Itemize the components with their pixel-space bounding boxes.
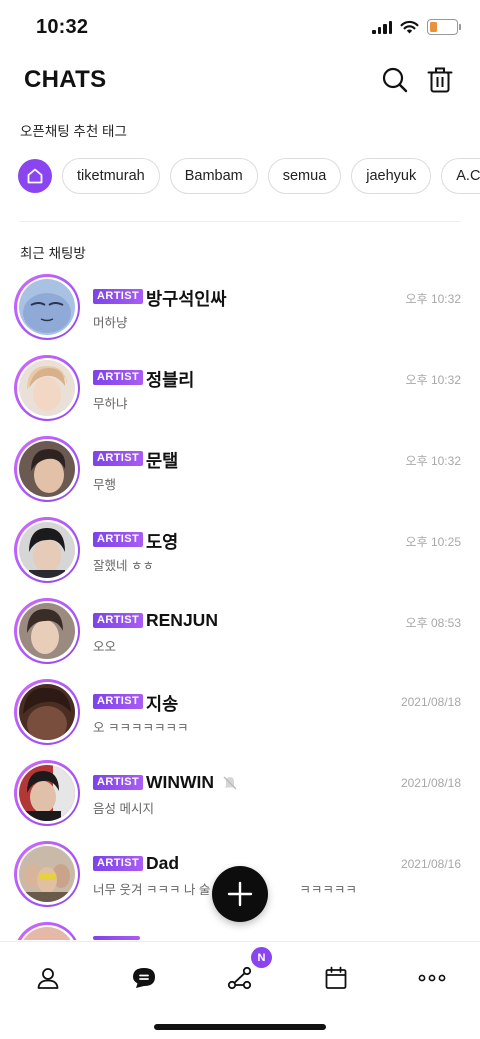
plus-icon xyxy=(227,881,253,907)
chat-row[interactable]: ARTIST 도영 잘했네 ㅎㅎ 오후 10:25 xyxy=(0,513,480,594)
header: CHATS xyxy=(0,62,480,102)
chat-last-message: 음성 메시지 xyxy=(93,802,154,816)
artist-badge: ARTIST xyxy=(93,775,144,790)
chat-bubble-icon xyxy=(133,968,155,988)
avatar xyxy=(14,679,80,745)
avatar xyxy=(14,517,80,583)
tab-chats[interactable] xyxy=(124,958,164,998)
status-bar: 10:32 xyxy=(0,0,480,58)
new-chat-button[interactable] xyxy=(212,866,268,922)
artist-badge: ARTIST xyxy=(93,370,144,385)
search-button[interactable] xyxy=(379,64,411,96)
tab-profile[interactable] xyxy=(28,958,68,998)
more-icon xyxy=(418,974,446,982)
share-network-icon xyxy=(227,966,252,990)
avatar xyxy=(14,922,80,940)
avatar xyxy=(14,598,80,664)
tag-chip[interactable]: A.C. xyxy=(441,158,480,194)
signal-icon xyxy=(372,20,392,34)
delete-button[interactable] xyxy=(424,64,456,96)
chat-last-message: 오오 xyxy=(93,640,117,654)
tag-chip[interactable]: tiketmurah xyxy=(62,158,160,194)
avatar xyxy=(14,355,80,421)
chat-name: 방구석인싸 xyxy=(146,289,227,309)
trash-icon xyxy=(427,67,453,93)
status-time: 10:32 xyxy=(36,16,89,38)
chat-name: 문탤 xyxy=(146,451,179,471)
artist-badge: ARTIST xyxy=(93,694,144,709)
avatar xyxy=(14,841,80,907)
chat-name: RENJUN xyxy=(146,610,218,630)
wifi-icon xyxy=(400,20,419,34)
calendar-icon xyxy=(325,966,347,989)
chat-time: 오후 08:53 xyxy=(405,616,461,630)
chat-time: 오후 10:25 xyxy=(405,535,461,549)
tag-chip[interactable]: Bambam xyxy=(169,158,258,194)
tag-chip[interactable]: jaehyuk xyxy=(351,158,432,194)
divider xyxy=(20,221,460,222)
artist-badge: ARTIST xyxy=(93,451,144,466)
chat-row[interactable]: ARTIST 지송 오 ㅋㅋㅋㅋㅋㅋㅋ 2021/08/18 xyxy=(0,675,480,756)
chat-name: 도영 xyxy=(146,532,179,552)
chat-time: 오후 10:32 xyxy=(405,373,461,387)
chat-name: Dad xyxy=(146,853,180,873)
tag-list: tiketmurah Bambam semua jaehyuk A.C. xyxy=(18,158,480,194)
chat-row[interactable]: ARTIST RENJUN 오오 오후 08:53 xyxy=(0,594,480,675)
chat-time: 2021/08/18 xyxy=(400,695,461,709)
avatar xyxy=(14,436,80,502)
home-indicator xyxy=(154,1024,326,1030)
chat-row[interactable]: ARTIST 문탤 무행 오후 10:32 xyxy=(0,432,480,513)
tab-calendar[interactable] xyxy=(316,958,356,998)
artist-badge: ARTIST xyxy=(93,289,144,304)
chat-last-message: 무하냐 xyxy=(93,397,128,411)
artist-badge: ARTIST xyxy=(93,532,144,547)
page-title: CHATS xyxy=(24,66,107,93)
mute-bell-icon xyxy=(223,775,237,790)
battery-icon xyxy=(427,19,461,35)
chat-last-message: 오 ㅋㅋㅋㅋㅋㅋㅋ xyxy=(93,721,189,735)
person-icon xyxy=(37,968,59,989)
status-icons xyxy=(372,19,461,35)
recent-section-label: 최근 채팅방 xyxy=(20,246,86,261)
chat-time: 오후 10:32 xyxy=(405,454,461,468)
chat-name: WINWIN xyxy=(146,772,238,793)
avatar xyxy=(14,760,80,826)
chat-name: 정블리 xyxy=(146,370,195,390)
chat-name: 지송 xyxy=(146,694,179,714)
artist-badge: ARTIST xyxy=(93,613,144,628)
chat-time: 2021/08/18 xyxy=(400,776,461,790)
avatar xyxy=(14,274,80,340)
tag-home-button[interactable] xyxy=(18,159,52,193)
chat-last-message: 무행 xyxy=(93,478,117,492)
chat-last-message: 머하냥 xyxy=(93,316,128,330)
artist-badge xyxy=(93,936,140,940)
tab-bar: N xyxy=(0,941,480,1039)
battery-level xyxy=(430,22,437,32)
tags-section-label: 오픈채팅 추천 태그 xyxy=(20,124,127,139)
home-icon xyxy=(27,168,43,184)
chat-time: 오후 10:32 xyxy=(405,292,461,306)
tab-more[interactable] xyxy=(412,958,452,998)
chat-time: 2021/08/16 xyxy=(400,857,461,871)
chat-last-message: 잘했네 ㅎㅎ xyxy=(93,559,154,573)
chat-row[interactable]: ARTIST 방구석인싸 머하냥 오후 10:32 xyxy=(0,270,480,351)
chat-row[interactable]: ARTIST 정블리 무하냐 오후 10:32 xyxy=(0,351,480,432)
chat-row[interactable]: ARTIST WINWIN 음성 메시지 2021/08/18 xyxy=(0,756,480,837)
tag-chip[interactable]: semua xyxy=(267,158,342,194)
notification-badge: N xyxy=(251,947,272,968)
search-icon xyxy=(382,67,408,93)
artist-badge: ARTIST xyxy=(93,856,144,871)
